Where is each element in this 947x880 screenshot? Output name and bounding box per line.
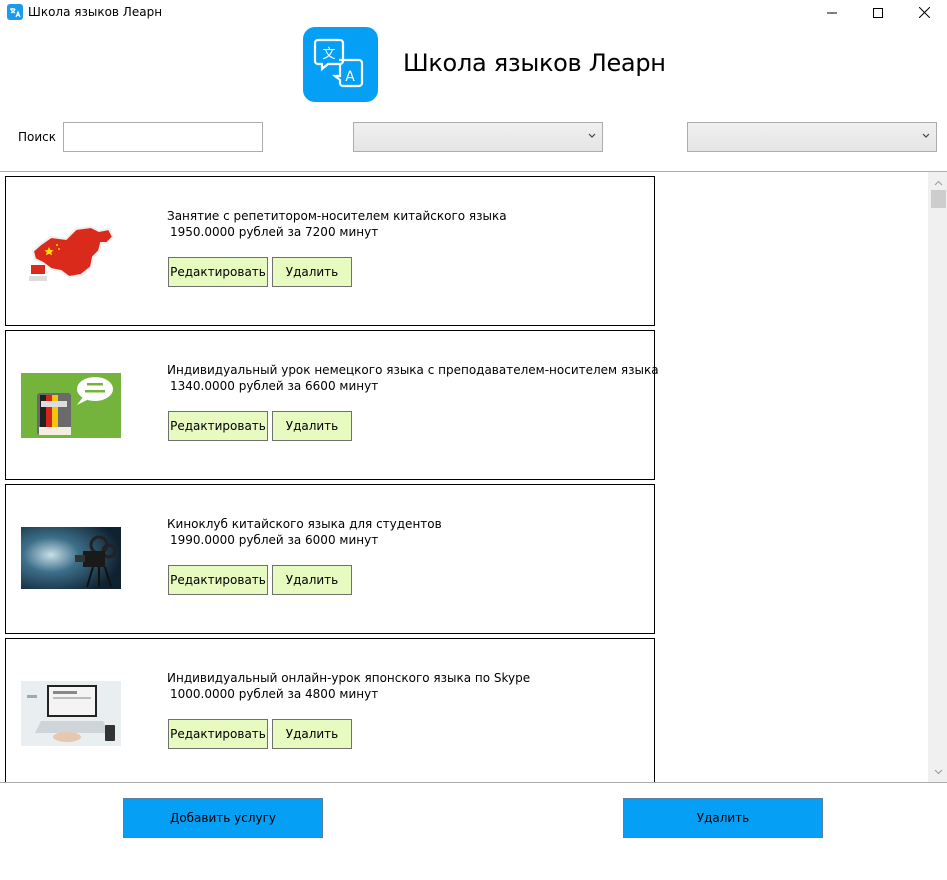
service-card: Киноклуб китайского языка для студентов …	[5, 484, 655, 634]
service-title: Индивидуальный урок немецкого языка с пр…	[167, 363, 659, 377]
delete-button[interactable]: Удалить	[272, 565, 352, 595]
service-card: Индивидуальный онлайн-урок японского язы…	[5, 638, 655, 782]
sort-combobox[interactable]	[353, 122, 603, 152]
service-title: Киноклуб китайского языка для студентов	[167, 517, 442, 531]
chevron-up-icon	[934, 180, 942, 185]
app-window: Школа языков Леарн 文 A Школа языков Леар…	[0, 0, 947, 880]
service-price: 1990.0000 рублей за 6000 минут	[170, 533, 379, 547]
delete-button[interactable]: Удалить	[272, 257, 352, 287]
service-card: Занятие с репетитором-носителем китайско…	[5, 176, 655, 326]
delete-button[interactable]: Удалить	[272, 411, 352, 441]
maximize-button[interactable]	[855, 0, 901, 25]
svg-text:文: 文	[322, 47, 335, 62]
window-title: Школа языков Леарн	[28, 5, 163, 19]
vertical-scrollbar[interactable]	[928, 172, 947, 782]
service-title: Индивидуальный онлайн-урок японского язы…	[167, 671, 531, 685]
scroll-up-button[interactable]	[929, 174, 947, 191]
film-projector-image	[21, 527, 121, 589]
add-service-button[interactable]: Добавить услугу	[123, 798, 323, 838]
edit-button[interactable]: Редактировать	[168, 719, 268, 749]
app-icon	[7, 4, 23, 20]
search-input[interactable]	[63, 122, 263, 152]
minimize-button[interactable]	[809, 0, 855, 25]
delete-button[interactable]: Удалить	[272, 719, 352, 749]
german-book-image	[21, 373, 121, 438]
service-title: Занятие с репетитором-носителем китайско…	[167, 209, 507, 223]
laptop-image	[21, 681, 121, 746]
china-map-image	[21, 219, 121, 284]
service-image	[21, 681, 121, 746]
service-image	[21, 527, 121, 592]
logo: 文 A	[303, 27, 378, 102]
edit-button[interactable]: Редактировать	[168, 257, 268, 287]
chevron-down-icon	[934, 769, 942, 774]
service-price: 1340.0000 рублей за 6600 минут	[170, 379, 379, 393]
close-button[interactable]	[901, 0, 947, 25]
service-price: 1000.0000 рублей за 4800 минут	[170, 687, 379, 701]
translate-icon: 文 A	[313, 38, 364, 88]
chevron-down-icon	[922, 133, 930, 138]
service-list[interactable]: Занятие с репетитором-носителем китайско…	[0, 171, 947, 783]
service-image	[21, 373, 121, 438]
chevron-down-icon	[588, 133, 596, 138]
filter-combobox[interactable]	[687, 122, 937, 152]
edit-button[interactable]: Редактировать	[168, 565, 268, 595]
search-label: Поиск	[18, 130, 57, 144]
scroll-thumb[interactable]	[931, 190, 946, 208]
delete-service-button[interactable]: Удалить	[623, 798, 823, 838]
title-bar: Школа языков Леарн	[0, 0, 947, 25]
page-title: Школа языков Леарн	[403, 49, 666, 77]
edit-button[interactable]: Редактировать	[168, 411, 268, 441]
service-image	[21, 219, 121, 284]
service-card: Индивидуальный урок немецкого языка с пр…	[5, 330, 659, 480]
svg-text:A: A	[345, 69, 355, 85]
scroll-down-button[interactable]	[929, 763, 947, 780]
service-price: 1950.0000 рублей за 7200 минут	[170, 225, 379, 239]
